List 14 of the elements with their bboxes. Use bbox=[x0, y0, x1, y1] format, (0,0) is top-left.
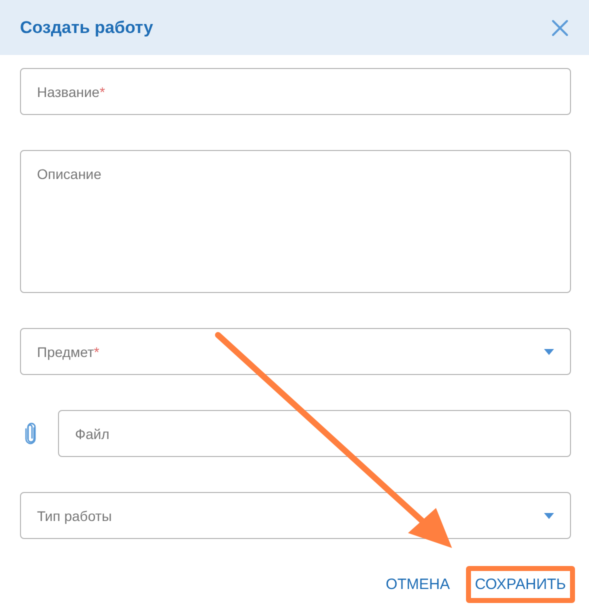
dropdown-caret-icon bbox=[544, 348, 554, 354]
title-field[interactable]: Название* bbox=[20, 68, 571, 115]
select-field[interactable]: Тип работы bbox=[20, 492, 571, 539]
save-button[interactable]: СОХРАНИТЬ bbox=[466, 566, 575, 603]
close-icon[interactable] bbox=[551, 18, 569, 36]
dialog-title: Создать работу bbox=[20, 18, 154, 38]
cancel-button[interactable]: ОТМЕНА bbox=[382, 568, 454, 601]
select-label: Предмет* bbox=[37, 344, 100, 360]
description-field[interactable]: Описание bbox=[20, 150, 571, 293]
select-label: Тип работы bbox=[37, 508, 112, 524]
file-field[interactable]: Файл bbox=[58, 410, 571, 457]
dropdown-caret-icon bbox=[544, 512, 554, 518]
paperclip-icon[interactable] bbox=[24, 422, 38, 446]
select-field[interactable]: Предмет* bbox=[20, 328, 571, 375]
